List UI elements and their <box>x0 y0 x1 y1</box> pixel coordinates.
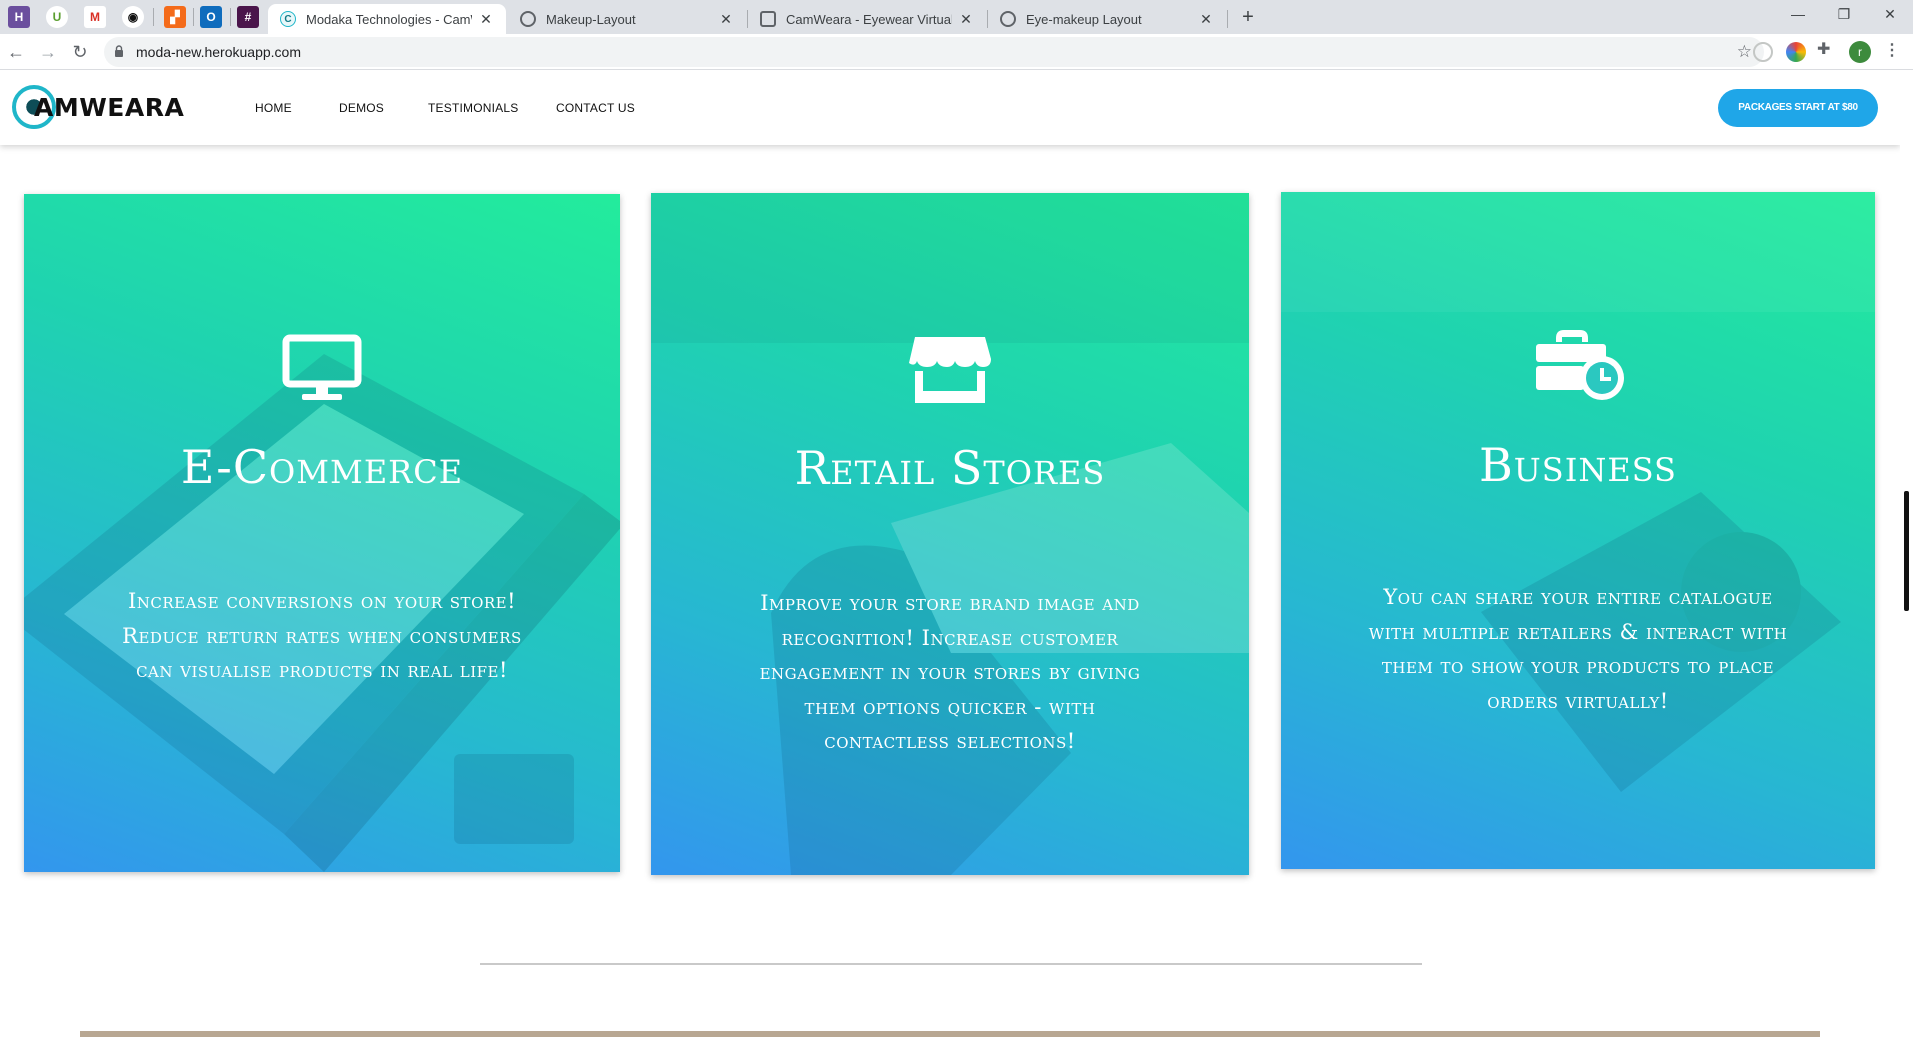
logo-text: AMWEARA <box>34 93 185 122</box>
card-title: Business <box>1479 438 1677 492</box>
reload-icon[interactable]: ↻ <box>66 38 94 66</box>
card-description: Increase conversions on your store! Redu… <box>122 589 522 682</box>
card-retail-stores: Retail Stores Improve your store brand i… <box>651 193 1249 875</box>
pinned-tab-upwork-icon[interactable]: U <box>46 6 68 28</box>
store-icon <box>909 337 991 403</box>
camweara-favicon-icon: C <box>280 11 296 27</box>
card-title: E-Commerce <box>180 440 464 494</box>
pinned-tab-github-icon[interactable]: ◉ <box>122 6 144 28</box>
pinned-tab-gmail-icon[interactable]: M <box>84 6 106 28</box>
next-section-image <box>80 1031 1820 1037</box>
card-description: Improve your store brand image and recog… <box>759 591 1141 753</box>
web-page: AMWEARA HOME DEMOS TESTIMONIALS CONTACT … <box>0 71 1900 1037</box>
extension-color-icon[interactable] <box>1786 42 1806 62</box>
tab-camweara-eyewear[interactable]: CamWeara - Eyewear Virtual Try On ✕ <box>748 4 986 34</box>
tab-modaka[interactable]: C Modaka Technologies - CamWeara ✕ <box>268 4 506 34</box>
section-divider <box>480 963 1422 965</box>
nav-contact-us[interactable]: CONTACT US <box>556 101 635 115</box>
retail-background-image <box>651 193 1249 875</box>
business-background-image <box>1281 192 1875 792</box>
browser-tab-strip: H U M ◉ ▞ O # C Modaka Technologies - Ca… <box>0 0 1913 34</box>
profile-avatar[interactable]: r <box>1849 41 1871 63</box>
laptop-background-image <box>24 354 620 872</box>
tab-separator <box>193 8 194 26</box>
browser-menu-icon[interactable]: ⋮ <box>1884 40 1900 60</box>
bookmark-star-icon[interactable]: ☆ <box>1737 42 1752 62</box>
minimize-icon[interactable]: — <box>1775 0 1821 30</box>
close-tab-icon[interactable]: ✕ <box>1198 11 1214 28</box>
globe-icon <box>1000 11 1016 27</box>
close-tab-icon[interactable]: ✕ <box>478 11 494 28</box>
packages-button[interactable]: PACKAGES START AT $80 <box>1718 89 1878 127</box>
extension-circle-icon[interactable] <box>1753 42 1773 62</box>
restore-icon[interactable]: ❐ <box>1821 0 1867 30</box>
card-business: Business You can share your entire catal… <box>1281 192 1875 869</box>
new-tab-icon[interactable]: + <box>1234 5 1262 29</box>
tab-makeup-layout[interactable]: Makeup-Layout ✕ <box>508 4 746 34</box>
forward-icon[interactable]: → <box>34 38 62 66</box>
card-title: Retail Stores <box>794 441 1106 495</box>
url-text[interactable]: moda-new.herokuapp.com <box>136 44 301 60</box>
tab-separator <box>153 8 154 26</box>
card-ecommerce: E-Commerce Increase conversions on your … <box>24 194 620 872</box>
pinned-tab-outlook-icon[interactable]: O <box>200 6 222 28</box>
nav-home[interactable]: HOME <box>255 101 292 115</box>
document-favicon-icon <box>760 11 776 27</box>
tab-separator <box>1227 10 1228 28</box>
pinned-tab-grid-icon[interactable]: # <box>237 6 259 28</box>
back-icon[interactable]: ← <box>2 38 30 66</box>
camweara-logo[interactable]: AMWEARA <box>12 85 185 131</box>
globe-icon <box>520 11 536 27</box>
pinned-tab-orange-icon[interactable]: ▞ <box>164 6 186 28</box>
window-close-icon[interactable]: ✕ <box>1867 0 1913 30</box>
tab-eye-makeup[interactable]: Eye-makeup Layout ✕ <box>988 4 1226 34</box>
nav-testimonials[interactable]: TESTIMONIALS <box>428 101 518 115</box>
nav-demos[interactable]: DEMOS <box>339 101 384 115</box>
browser-toolbar: ← → ↻ moda-new.herokuapp.com ☆ ✚ r ⋮ <box>0 34 1913 70</box>
tab-separator <box>230 8 231 26</box>
address-bar[interactable]: moda-new.herokuapp.com ☆ <box>104 37 1764 67</box>
site-header: AMWEARA HOME DEMOS TESTIMONIALS CONTACT … <box>0 71 1900 145</box>
lock-icon <box>115 45 123 57</box>
card-description: You can share your entire catalogue with… <box>1368 585 1788 713</box>
briefcase-clock-icon <box>1536 330 1624 400</box>
scrollbar-thumb[interactable] <box>1904 491 1909 611</box>
monitor-icon <box>282 334 362 400</box>
close-tab-icon[interactable]: ✕ <box>718 11 734 28</box>
page-scrollbar[interactable] <box>1900 71 1913 1037</box>
close-tab-icon[interactable]: ✕ <box>958 11 974 28</box>
extensions-puzzle-icon[interactable]: ✚ <box>1817 39 1830 59</box>
pinned-tab-h-icon[interactable]: H <box>8 6 30 28</box>
